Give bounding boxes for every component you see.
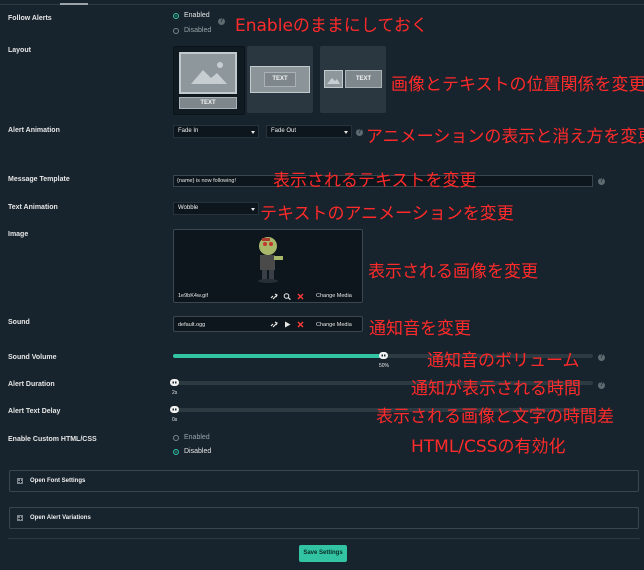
- sound-volume-label: Sound Volume: [8, 354, 57, 361]
- radio-unselected-icon: [173, 434, 179, 441]
- active-tab-indicator: [60, 3, 88, 5]
- custom-html-disabled-radio[interactable]: Disabled: [173, 448, 211, 455]
- layout-label: Layout: [8, 47, 31, 54]
- image-label: Image: [8, 231, 29, 238]
- help-icon[interactable]: ?: [598, 382, 605, 389]
- radio-selected-icon: [173, 448, 179, 455]
- layout-text-box: TEXT: [179, 97, 237, 109]
- chevron-down-icon: [344, 131, 348, 134]
- follow-alerts-label: Follow Alerts: [8, 15, 52, 22]
- sound-label: Sound: [8, 319, 30, 326]
- alert-variations-toggle[interactable]: Open Alert Variations: [9, 507, 639, 529]
- sound-media-box: default.ogg Change Media: [173, 316, 363, 332]
- play-icon[interactable]: [284, 321, 291, 328]
- annotation-text-animation: テキストのアニメーションを変更: [260, 204, 514, 224]
- custom-html-enabled-radio[interactable]: Enabled: [173, 434, 210, 441]
- slider-fill: [173, 354, 383, 358]
- alert-animation-label: Alert Animation: [8, 127, 60, 134]
- select-value: Fade In: [178, 128, 199, 134]
- help-icon[interactable]: ?: [356, 129, 363, 136]
- chevron-down-icon: [251, 208, 255, 211]
- footer-divider: [8, 538, 640, 539]
- layout-text-box: TEXT: [345, 70, 382, 88]
- link-icon[interactable]: [270, 321, 278, 328]
- help-icon[interactable]: ?: [598, 354, 605, 361]
- expand-plus-icon: [17, 478, 23, 484]
- sound-filename: default.ogg: [178, 322, 206, 328]
- annotation-message-template: 表示されるテキストを変更: [273, 171, 477, 191]
- radio-label: Disabled: [184, 448, 212, 455]
- image-placeholder-icon: [324, 70, 343, 88]
- message-template-label: Message Template: [8, 176, 70, 183]
- annotation-alert-duration: 通知が表示される時間: [411, 379, 581, 399]
- layout-text-box: TEXT: [264, 72, 296, 87]
- slider-handle[interactable]: [170, 379, 179, 386]
- radio-label: Disabled: [184, 27, 212, 34]
- radio-unselected-icon: [173, 27, 179, 34]
- annotation-alert-text-delay: 表示される画像と文字の時間差: [376, 407, 614, 427]
- slider-handle[interactable]: [170, 406, 179, 413]
- text-animation-select[interactable]: Wobble: [173, 202, 259, 215]
- link-icon[interactable]: [270, 293, 278, 300]
- custom-html-label: Enable Custom HTML/CSS: [8, 436, 97, 443]
- slider-handle[interactable]: [379, 352, 388, 359]
- remove-x-icon[interactable]: [297, 293, 304, 300]
- annotation-image: 表示される画像を変更: [368, 262, 538, 282]
- remove-x-icon[interactable]: [297, 321, 304, 328]
- image-media-box: 1e9bK4w.gif Change Media: [173, 229, 363, 303]
- layout-option-text-over-image[interactable]: TEXT: [247, 46, 313, 113]
- annotation-alert-animation: アニメーションの表示と消え方を変更: [366, 127, 644, 147]
- annotation-custom-html: HTML/CSSの有効化: [411, 437, 566, 457]
- layout-option-image-above-text[interactable]: TEXT: [173, 46, 245, 115]
- select-value: Wobble: [178, 205, 199, 211]
- zoom-icon[interactable]: [283, 293, 291, 300]
- image-filename: 1e9bK4w.gif: [178, 293, 208, 299]
- help-icon[interactable]: ?: [218, 18, 225, 25]
- annotation-layout: 画像とテキストの位置関係を変更: [391, 75, 644, 95]
- font-settings-toggle[interactable]: Open Font Settings: [9, 470, 639, 492]
- slider-value: 2s: [172, 390, 178, 396]
- annotation-sound-volume: 通知音のボリューム: [427, 351, 580, 371]
- alert-animation-in-select[interactable]: Fade In: [173, 125, 259, 138]
- zombie-preview-image: [258, 237, 283, 283]
- top-divider: [0, 0, 644, 5]
- slider-value: 0s: [172, 417, 178, 423]
- radio-selected-icon: [173, 12, 179, 19]
- alert-text-delay-label: Alert Text Delay: [8, 408, 61, 415]
- annotation-sound: 通知音を変更: [369, 319, 471, 339]
- save-settings-button[interactable]: Save Settings: [299, 545, 347, 562]
- slider-value: 50%: [379, 363, 390, 369]
- help-icon[interactable]: ?: [598, 178, 605, 185]
- follow-alerts-enabled-radio[interactable]: Enabled: [173, 12, 210, 19]
- select-value: Fade Out: [271, 128, 297, 134]
- change-media-button[interactable]: Change Media: [316, 322, 352, 328]
- section-title: Open Font Settings: [30, 478, 86, 484]
- section-title: Open Alert Variations: [30, 515, 91, 521]
- alert-animation-out-select[interactable]: Fade Out: [266, 125, 352, 138]
- change-media-button[interactable]: Change Media: [316, 293, 352, 299]
- layout-option-image-beside-text[interactable]: TEXT: [320, 46, 386, 113]
- alert-duration-label: Alert Duration: [8, 381, 55, 388]
- expand-plus-icon: [17, 515, 23, 521]
- radio-label: Enabled: [184, 434, 210, 441]
- text-animation-label: Text Animation: [8, 204, 58, 211]
- annotation-follow-alerts: Enableのままにしておく: [235, 16, 428, 36]
- chevron-down-icon: [251, 131, 255, 134]
- image-placeholder-icon: [179, 52, 237, 94]
- follow-alerts-disabled-radio[interactable]: Disabled: [173, 27, 211, 34]
- radio-label: Enabled: [184, 12, 210, 19]
